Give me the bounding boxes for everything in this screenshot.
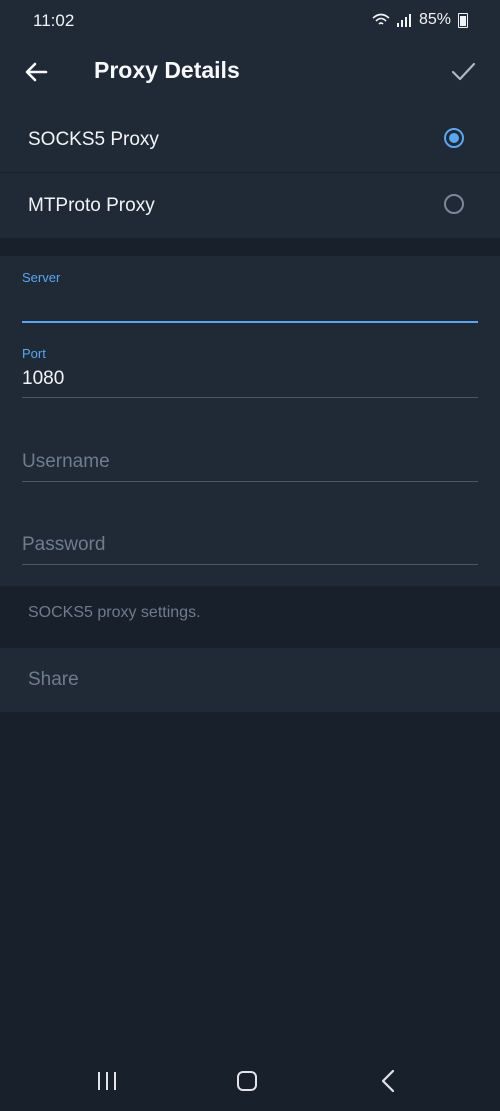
battery-percent: 85% (418, 11, 451, 28)
share-button[interactable]: Share (0, 648, 500, 712)
wifi-icon (372, 13, 390, 25)
username-placeholder[interactable]: Username (22, 451, 478, 473)
server-underline (22, 321, 478, 323)
server-value[interactable] (22, 285, 478, 307)
server-field[interactable]: Server (22, 270, 478, 326)
recent-apps-icon[interactable] (96, 1071, 118, 1091)
proxy-fields-section: Server Port 1080 Username Password (0, 256, 500, 586)
port-field[interactable]: Port 1080 (22, 346, 478, 398)
app-bar: Proxy Details (0, 40, 500, 106)
signal-icon (396, 13, 411, 27)
home-icon[interactable] (237, 1071, 257, 1091)
radio-button[interactable] (444, 194, 464, 214)
status-icons: 85% (372, 11, 468, 29)
share-label: Share (28, 669, 79, 690)
battery-icon (458, 12, 468, 28)
username-underline (22, 481, 478, 482)
password-underline (22, 564, 478, 565)
back-icon[interactable] (379, 1069, 397, 1093)
proxy-type-label: SOCKS5 Proxy (28, 129, 159, 150)
proxy-type-section: SOCKS5 Proxy MTProto Proxy (0, 106, 500, 238)
status-time: 11:02 (33, 11, 75, 30)
proxy-type-mtproto[interactable]: MTProto Proxy (0, 172, 500, 238)
server-label: Server (22, 270, 61, 285)
proxy-type-label: MTProto Proxy (28, 195, 155, 216)
hint-text: SOCKS5 proxy settings. (28, 604, 201, 621)
proxy-type-socks5[interactable]: SOCKS5 Proxy (0, 106, 500, 173)
port-value[interactable]: 1080 (22, 368, 478, 390)
check-icon[interactable] (449, 57, 477, 85)
port-label: Port (22, 346, 46, 361)
port-underline (22, 397, 478, 398)
username-field[interactable]: Username (22, 451, 478, 483)
back-arrow-icon[interactable] (23, 58, 51, 86)
page-title: Proxy Details (94, 57, 240, 83)
status-bar: 11:02 85% (0, 0, 500, 40)
radio-button-checked[interactable] (444, 128, 464, 148)
system-nav-bar (0, 1050, 500, 1111)
password-placeholder[interactable]: Password (22, 534, 478, 556)
hint-section: SOCKS5 proxy settings. (0, 586, 500, 646)
password-field[interactable]: Password (22, 534, 478, 566)
